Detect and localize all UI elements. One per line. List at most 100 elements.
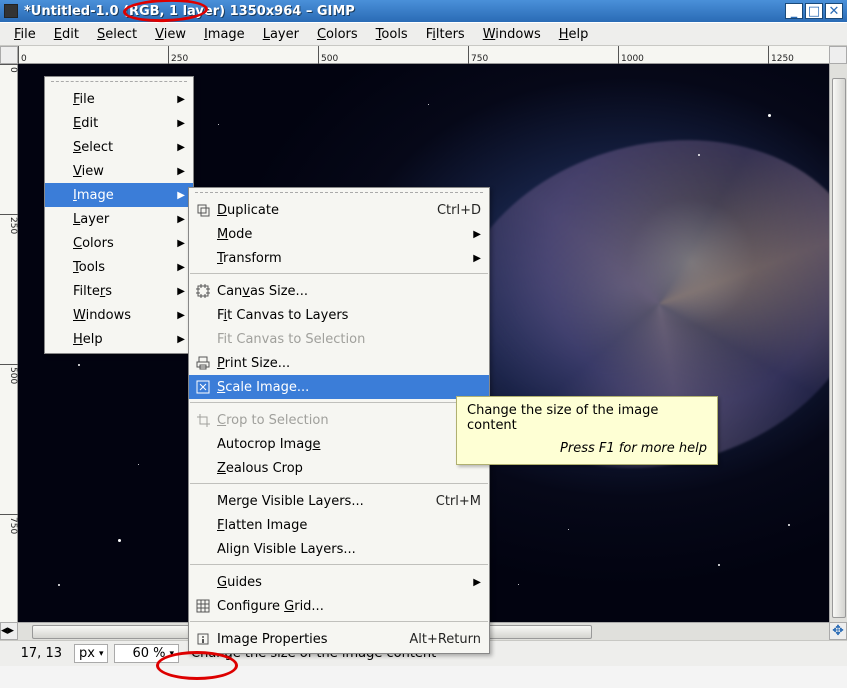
menu-item-layer[interactable]: Layer ▶ (45, 207, 193, 231)
prop-icon (195, 631, 211, 647)
menu-item-label: Duplicate (217, 203, 437, 218)
menu-item-tools[interactable]: Tools▶ (45, 255, 193, 279)
blank-icon (195, 493, 211, 509)
chevron-right-icon: ▶ (177, 214, 185, 225)
duplicate-icon (195, 202, 211, 218)
menu-item-select[interactable]: Select▶ (45, 135, 193, 159)
scrollbar-vertical[interactable] (829, 64, 847, 622)
menu-file[interactable]: File (6, 25, 44, 44)
unit-selector[interactable]: px ▾ (74, 644, 108, 663)
menu-item-label: Scale Image... (217, 380, 481, 395)
menu-item-label: Fit Canvas to Selection (217, 332, 481, 347)
menu-item-zealous-crop[interactable]: Zealous Crop (189, 456, 489, 480)
menu-item-colors[interactable]: Colors▶ (45, 231, 193, 255)
menu-windows[interactable]: Windows (475, 25, 549, 44)
menu-item-label: Flatten Image (217, 518, 481, 533)
menu-item-mode[interactable]: Mode▶ (189, 222, 489, 246)
blank-icon (51, 259, 67, 275)
nav-button[interactable]: ✥ (829, 622, 847, 640)
ruler-tick: 1000 (618, 46, 644, 64)
menu-item-label: Image Properties (217, 632, 409, 647)
menu-item-configure-grid[interactable]: Configure Grid... (189, 594, 489, 618)
blank-icon (195, 541, 211, 557)
menu-item-print-size[interactable]: Print Size... (189, 351, 489, 375)
menu-view[interactable]: View (147, 25, 194, 44)
grid-icon (195, 598, 211, 614)
menu-item-flatten-image[interactable]: Flatten Image (189, 513, 489, 537)
minimize-button[interactable]: _ (785, 3, 803, 19)
menu-item-edit[interactable]: Edit ▶ (45, 111, 193, 135)
canvas-icon (195, 283, 211, 299)
menu-item-autocrop-image[interactable]: Autocrop Image (189, 432, 489, 456)
ruler-tick: 750 (468, 46, 488, 64)
blank-icon (51, 211, 67, 227)
menu-help[interactable]: Help (551, 25, 597, 44)
chevron-right-icon: ▶ (473, 577, 481, 588)
menu-image[interactable]: Image (196, 25, 253, 44)
window-title: *Untitled-1.0 (RGB, 1 layer) 1350x964 – … (24, 4, 783, 19)
menu-filters[interactable]: Filters (418, 25, 473, 44)
menu-item-canvas-size[interactable]: Canvas Size... (189, 279, 489, 303)
zoom-selector[interactable]: 60 % ▾ (114, 644, 179, 663)
chevron-right-icon: ▶ (177, 334, 185, 345)
menu-item-help[interactable]: Help▶ (45, 327, 193, 351)
menu-item-label: Filters (73, 284, 169, 299)
chevron-right-icon: ▶ (177, 94, 185, 105)
blank-icon (51, 163, 67, 179)
menu-item-align-visible-layers[interactable]: Align Visible Layers... (189, 537, 489, 561)
chevron-right-icon: ▶ (177, 262, 185, 273)
menu-item-file[interactable]: File ▶ (45, 87, 193, 111)
menu-item-transform[interactable]: Transform▶ (189, 246, 489, 270)
menu-item-label: Edit (73, 116, 169, 131)
menu-item-windows[interactable]: Windows▶ (45, 303, 193, 327)
menu-tools[interactable]: Tools (368, 25, 416, 44)
menu-item-fit-canvas-to-selection: Fit Canvas to Selection (189, 327, 489, 351)
ruler-tick: 250 (168, 46, 188, 64)
menu-item-label: Zealous Crop (217, 461, 481, 476)
chevron-right-icon: ▶ (177, 238, 185, 249)
submenu-image: DuplicateCtrl+DMode▶Transform▶Canvas Siz… (188, 187, 490, 654)
blank-icon (51, 307, 67, 323)
menu-item-label: Transform (217, 251, 465, 266)
ruler-horizontal[interactable]: 025050075010001250 (18, 46, 829, 64)
menu-item-label: Layer (73, 212, 169, 227)
blank-icon (51, 187, 67, 203)
nav-corner-bl[interactable]: ◂▸ (0, 622, 18, 640)
menu-accelerator: Ctrl+D (437, 203, 481, 218)
menu-item-label: File (73, 92, 169, 107)
menu-select[interactable]: Select (89, 25, 145, 44)
menu-item-image-properties[interactable]: Image PropertiesAlt+Return (189, 627, 489, 651)
close-button[interactable]: ✕ (825, 3, 843, 19)
menu-colors[interactable]: Colors (309, 25, 366, 44)
menu-item-crop-to-selection: Crop to Selection (189, 408, 489, 432)
menu-layer[interactable]: Layer (255, 25, 307, 44)
print-icon (195, 355, 211, 371)
tooltip: Change the size of the image content Pre… (456, 396, 718, 465)
tooltip-help: Press F1 for more help (467, 441, 707, 456)
nav-corner-tr[interactable] (829, 46, 847, 64)
menu-edit[interactable]: Edit (46, 25, 87, 44)
menu-item-filters[interactable]: Filters ▶ (45, 279, 193, 303)
menu-item-label: Image (73, 188, 169, 203)
menu-item-guides[interactable]: Guides▶ (189, 570, 489, 594)
title-bar: *Untitled-1.0 (RGB, 1 layer) 1350x964 – … (0, 0, 847, 22)
ruler-tick: 500 (318, 46, 338, 64)
scale-icon (195, 379, 211, 395)
menu-item-view[interactable]: View▶ (45, 159, 193, 183)
ruler-tick: 0 (18, 46, 27, 64)
menu-item-scale-image[interactable]: Scale Image... (189, 375, 489, 399)
chevron-right-icon: ▶ (177, 286, 185, 297)
blank-icon (195, 226, 211, 242)
blank-icon (195, 574, 211, 590)
chevron-down-icon: ▾ (169, 649, 174, 659)
menu-item-image[interactable]: Image▶ (45, 183, 193, 207)
maximize-button[interactable]: □ (805, 3, 823, 19)
menu-item-merge-visible-layers[interactable]: Merge Visible Layers...Ctrl+M (189, 489, 489, 513)
chevron-right-icon: ▶ (177, 118, 185, 129)
menu-item-label: Print Size... (217, 356, 481, 371)
ruler-vertical[interactable]: 0250500750 (0, 64, 18, 622)
menu-item-fit-canvas-to-layers[interactable]: Fit Canvas to Layers (189, 303, 489, 327)
menu-item-duplicate[interactable]: DuplicateCtrl+D (189, 198, 489, 222)
menu-bar: FileEditSelectViewImageLayerColorsToolsF… (0, 22, 847, 46)
crop-icon (195, 412, 211, 428)
